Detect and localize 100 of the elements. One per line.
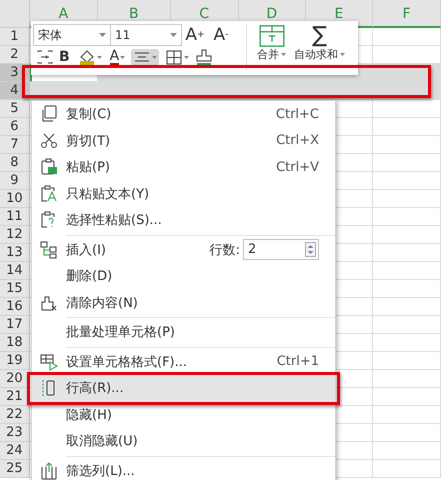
row-header[interactable]: 11 xyxy=(0,208,30,226)
row-count-spinbox[interactable]: 2 xyxy=(243,239,319,260)
merge-cells-icon xyxy=(258,25,284,47)
dropdown-caret-icon xyxy=(340,53,345,56)
row-header[interactable]: 5 xyxy=(0,100,30,118)
font-name-dropdown[interactable]: 宋体 xyxy=(33,24,111,46)
menu-item[interactable]: 粘贴(P) Ctrl+V xyxy=(32,154,335,180)
row-header[interactable]: 25 xyxy=(0,460,30,478)
menu-item[interactable]: 选择性粘贴(S)... xyxy=(32,207,335,234)
grid-cell[interactable] xyxy=(372,136,441,154)
menu-item[interactable]: 设置单元格格式(F)... Ctrl+1 xyxy=(32,348,335,375)
row-header[interactable]: 10 xyxy=(0,190,30,208)
dropdown-caret-icon xyxy=(184,56,190,58)
bold-button[interactable]: B xyxy=(57,48,72,66)
dropdown-caret-icon xyxy=(170,33,177,37)
shortcut-text: Ctrl+C xyxy=(276,106,319,122)
grid-cell[interactable] xyxy=(372,190,441,208)
menu-item-label: 设置单元格格式(F)... xyxy=(66,354,188,371)
menu-item-label: 只粘贴文本(Y) xyxy=(66,186,150,203)
borders-icon xyxy=(165,49,184,65)
dropdown-caret-icon xyxy=(152,56,158,58)
grid-cell[interactable] xyxy=(372,352,441,370)
menu-item-label: 取消隐藏(U) xyxy=(66,433,139,450)
menu-item-icon xyxy=(40,158,58,176)
grid-cell[interactable] xyxy=(372,208,441,226)
row-header[interactable]: 6 xyxy=(0,118,30,136)
row-header[interactable]: 22 xyxy=(0,406,30,424)
shortcut-text: Ctrl+V xyxy=(276,160,319,175)
grid-cell[interactable] xyxy=(372,424,441,442)
menu-item[interactable]: 删除(D) xyxy=(32,263,335,290)
menu-item[interactable]: 复制(C) Ctrl+C xyxy=(32,101,335,128)
grid-cell[interactable] xyxy=(372,442,441,460)
menu-item-icon xyxy=(40,240,58,259)
menu-item[interactable]: 筛选列(L)... xyxy=(32,458,335,480)
row-header[interactable]: 12 xyxy=(0,226,30,244)
menu-item[interactable]: 隐藏(H) xyxy=(32,402,335,428)
menu-item[interactable]: 取消隐藏(U) xyxy=(32,428,335,454)
wrap-text-icon[interactable] xyxy=(37,50,53,64)
menu-item[interactable]: 剪切(T) Ctrl+X xyxy=(32,128,335,154)
align-button[interactable] xyxy=(131,48,160,66)
spin-arrows-icon[interactable] xyxy=(305,242,316,258)
menu-item[interactable]: 批量处理单元格(P) xyxy=(32,319,335,346)
select-all-corner[interactable] xyxy=(0,0,30,28)
row-header[interactable]: 1 xyxy=(0,28,30,46)
grid-cell[interactable] xyxy=(372,316,441,334)
row-header[interactable]: 2 xyxy=(0,46,30,64)
row-header[interactable]: 17 xyxy=(0,316,30,334)
menu-item-label: 隐藏(H) xyxy=(66,406,113,424)
dropdown-caret-icon xyxy=(120,56,126,58)
row-header[interactable]: 18 xyxy=(0,334,30,352)
menu-item-label: 插入(I) xyxy=(66,242,107,259)
menu-item-label: 筛选列(L)... xyxy=(66,462,136,480)
row-header[interactable]: 23 xyxy=(0,424,30,442)
dropdown-caret-icon xyxy=(99,33,106,37)
row-header[interactable]: 14 xyxy=(0,262,30,280)
row-count-label: 行数: xyxy=(210,242,240,259)
menu-item-icon xyxy=(40,352,58,371)
grid-cell[interactable] xyxy=(372,298,441,316)
grid-cell[interactable] xyxy=(372,172,441,190)
grid-cell[interactable] xyxy=(372,388,441,406)
menu-item-label: 删除(D) xyxy=(66,268,114,286)
row-header[interactable]: 7 xyxy=(0,136,30,154)
grid-cell[interactable] xyxy=(372,370,441,388)
grid-cell[interactable] xyxy=(372,100,441,118)
dropdown-caret-icon xyxy=(96,56,102,58)
grid-cell[interactable] xyxy=(372,226,441,244)
shortcut-text: Ctrl+X xyxy=(276,133,319,148)
grid-cell[interactable] xyxy=(372,244,441,262)
grid-cell[interactable] xyxy=(372,28,441,46)
grid-cell[interactable] xyxy=(372,406,441,424)
grid-cell[interactable] xyxy=(372,118,441,136)
grid-cell[interactable] xyxy=(372,460,441,478)
row-header[interactable]: 9 xyxy=(0,172,30,190)
font-color-button[interactable]: A xyxy=(108,48,128,66)
menu-item[interactable]: 插入(I) 行数: 2 xyxy=(32,236,335,263)
row-header[interactable]: 13 xyxy=(0,244,30,262)
row-header[interactable]: 20 xyxy=(0,370,30,388)
format-painter-icon[interactable] xyxy=(195,49,214,65)
paint-bucket-icon xyxy=(78,49,96,65)
shortcut-text: Ctrl+1 xyxy=(276,354,319,370)
row-header[interactable]: 15 xyxy=(0,280,30,298)
grid-cell[interactable] xyxy=(372,262,441,280)
row-header[interactable]: 16 xyxy=(0,298,30,316)
menu-item[interactable]: 只粘贴文本(Y) xyxy=(32,180,335,207)
row-header[interactable]: 8 xyxy=(0,154,30,172)
menu-item-label: 粘贴(P) xyxy=(66,159,111,176)
row-header[interactable]: 21 xyxy=(0,388,30,406)
menu-item-label: 清除内容(N) xyxy=(66,294,139,312)
grid-cell[interactable] xyxy=(372,154,441,172)
row-header[interactable]: 19 xyxy=(0,352,30,370)
menu-item[interactable]: 清除内容(N) xyxy=(32,290,335,316)
row-count-value: 2 xyxy=(248,242,256,258)
row-header[interactable]: 24 xyxy=(0,442,30,460)
dropdown-caret-icon xyxy=(281,53,286,56)
grid-cell[interactable] xyxy=(372,280,441,298)
grid-cell[interactable] xyxy=(372,334,441,352)
font-size-dropdown[interactable]: 11 xyxy=(110,24,182,46)
menu-item-label: 批量处理单元格(P) xyxy=(66,324,176,342)
menu-item-icon xyxy=(40,294,58,312)
menu-item-label: 行高(R)... xyxy=(66,380,125,398)
